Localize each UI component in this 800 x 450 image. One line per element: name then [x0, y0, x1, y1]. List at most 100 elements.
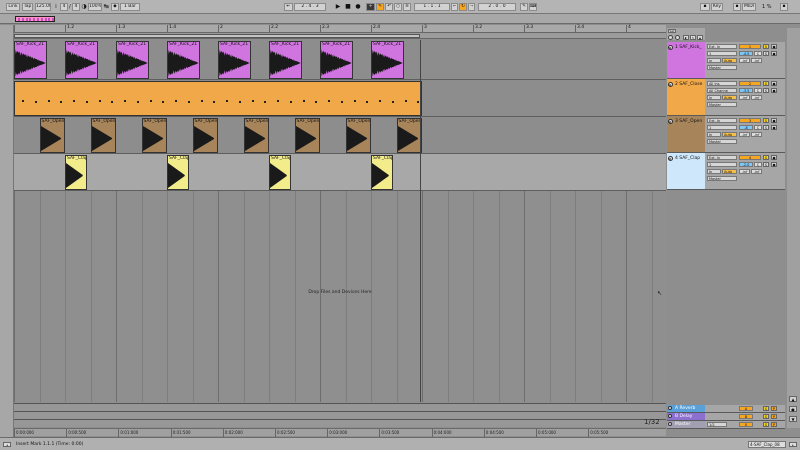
- monitor-in-button[interactable]: In: [707, 132, 721, 137]
- key-map-button[interactable]: Key: [711, 3, 723, 11]
- return-post-button[interactable]: P: [771, 422, 777, 427]
- return-lane-reverb[interactable]: [14, 403, 666, 411]
- monitor-auto-button[interactable]: Auto: [722, 95, 737, 100]
- record-arm-icon[interactable]: [675, 35, 680, 40]
- mute-button[interactable]: S: [763, 162, 769, 167]
- record-icon[interactable]: ●: [354, 3, 362, 11]
- tempo-field[interactable]: 125.00: [35, 3, 51, 11]
- monitor-in-button[interactable]: In: [707, 58, 721, 63]
- arm-all-icon[interactable]: [668, 35, 673, 40]
- monitor-auto-button[interactable]: Auto: [722, 132, 737, 137]
- detail-toggle-icon[interactable]: ▸: [789, 442, 797, 447]
- draw-mode-button[interactable]: ✎: [520, 3, 528, 11]
- track-lane-clap[interactable]: [14, 154, 666, 191]
- clip[interactable]: SAF_Open: [39, 118, 65, 153]
- track-arm-icon[interactable]: ▸: [668, 82, 673, 87]
- return-post-button[interactable]: P: [771, 414, 777, 419]
- monitor-auto-button[interactable]: Auto: [722, 58, 737, 63]
- arrangement-overview[interactable]: [0, 14, 800, 24]
- clip[interactable]: SAF_Kick_21: [218, 41, 252, 79]
- midi-map-button[interactable]: MIDI: [742, 3, 756, 11]
- master-output-dropdown[interactable]: 1/2: [707, 422, 727, 427]
- crossfade-button[interactable]: ●: [771, 51, 777, 56]
- monitor-in-button[interactable]: In: [707, 169, 721, 174]
- clip[interactable]: SAF_Clap: [269, 155, 291, 190]
- output-dropdown[interactable]: Master: [707, 176, 737, 181]
- info-toggle-icon[interactable]: ◂: [3, 442, 11, 447]
- crossfade-button[interactable]: ●: [771, 88, 777, 93]
- track-name[interactable]: 1 SAF_Kick_: [675, 45, 702, 50]
- zoom-field[interactable]: 100%: [88, 3, 102, 11]
- clip[interactable]: SAF_Kick_21: [65, 41, 99, 79]
- track-name[interactable]: 3 SAF_Open: [675, 119, 702, 124]
- clip[interactable]: SAF_Clap: [371, 155, 393, 190]
- monitor-in-button[interactable]: In: [707, 95, 721, 100]
- mixer-toggle-icon[interactable]: ▲: [697, 35, 703, 40]
- vertical-scrollbar[interactable]: ▲ ● ▼: [787, 28, 800, 428]
- input-channel-dropdown[interactable]: 1: [707, 51, 737, 56]
- volume-field[interactable]: -8: [739, 125, 753, 130]
- return-name[interactable]: B Delay: [675, 414, 692, 419]
- return-activator[interactable]: B: [739, 414, 753, 419]
- return-solo-button[interactable]: S: [763, 422, 769, 427]
- session-record-button[interactable]: ○: [394, 3, 402, 11]
- punch-out-button[interactable]: ¬: [468, 3, 475, 11]
- scroll-down-icon[interactable]: ▼: [789, 416, 797, 422]
- mute-button[interactable]: S: [763, 125, 769, 130]
- return-name[interactable]: Master: [675, 422, 690, 427]
- scroll-up-icon[interactable]: ▲: [789, 396, 797, 402]
- track-header[interactable]: ▸ 4 SAF_Clap Ext. In 1 In Auto Master 4 …: [667, 153, 785, 190]
- return-lane-delay[interactable]: [14, 411, 666, 419]
- signature-denominator[interactable]: 4: [72, 3, 80, 11]
- return-activator[interactable]: 0: [739, 422, 753, 427]
- clip[interactable]: SAF_Open: [243, 118, 269, 153]
- quantize-dropdown[interactable]: 1 Bar: [120, 3, 140, 11]
- pan-field[interactable]: C: [754, 51, 762, 56]
- input-type-dropdown[interactable]: Ext. In: [707, 118, 737, 123]
- record-arm-button[interactable]: ●: [771, 155, 777, 160]
- output-dropdown[interactable]: Master: [707, 139, 737, 144]
- song-position-field[interactable]: 2 . 4 . 3: [294, 3, 326, 11]
- crossfade-button[interactable]: ●: [771, 162, 777, 167]
- link-button[interactable]: Link: [6, 3, 20, 11]
- volume-field[interactable]: -2.0: [739, 162, 753, 167]
- clip[interactable]: SAF_Kick_21: [371, 41, 405, 79]
- loop-bar[interactable]: [14, 33, 666, 39]
- crossfade-button[interactable]: ●: [771, 125, 777, 130]
- clip[interactable]: SAF_Kick_21: [320, 41, 354, 79]
- reenable-automation-button[interactable]: ↶: [385, 3, 393, 11]
- track-activator[interactable]: 3: [739, 118, 761, 123]
- track-activator[interactable]: 2: [739, 81, 761, 86]
- input-type-dropdown[interactable]: All Ins: [707, 81, 737, 86]
- pan-field[interactable]: C: [754, 125, 762, 130]
- pan-field[interactable]: C: [754, 162, 762, 167]
- play-icon[interactable]: ▶: [334, 3, 342, 11]
- clip[interactable]: [14, 81, 422, 116]
- io-toggle-icon[interactable]: ◐: [683, 35, 689, 40]
- send-a-knob[interactable]: -inf: [739, 58, 750, 63]
- track-activator[interactable]: 1: [739, 44, 761, 49]
- volume-field[interactable]: -4.5: [739, 51, 753, 56]
- loop-brace[interactable]: [14, 34, 420, 38]
- track-name[interactable]: 2 SAF_Close: [675, 82, 702, 87]
- return-fold-icon[interactable]: [668, 406, 672, 410]
- send-b-knob[interactable]: -inf: [751, 58, 762, 63]
- output-dropdown[interactable]: Master: [707, 102, 737, 107]
- input-type-dropdown[interactable]: Ext. In: [707, 44, 737, 49]
- clip[interactable]: SAF_Clap: [167, 155, 189, 190]
- computer-keyboard-button[interactable]: ⌨: [529, 3, 537, 11]
- mute-button[interactable]: S: [763, 88, 769, 93]
- clip[interactable]: SAF_Kick_21: [116, 41, 150, 79]
- loop-length-field[interactable]: 2 . 0 . 0: [478, 3, 516, 11]
- return-name[interactable]: A Reverb: [675, 406, 695, 411]
- return-fold-icon[interactable]: [668, 422, 672, 426]
- send-a-knob[interactable]: -inf: [739, 132, 750, 137]
- follow-icon[interactable]: ↹: [102, 3, 110, 11]
- overdub-button[interactable]: +: [366, 3, 375, 11]
- solo-button[interactable]: S: [763, 118, 769, 123]
- quantize-toggle[interactable]: ◆: [111, 3, 119, 11]
- tap-button[interactable]: Tap: [22, 3, 33, 11]
- follow-arrangement-button[interactable]: ⇤: [284, 3, 293, 11]
- capture-midi-button[interactable]: ≡: [403, 3, 411, 11]
- sends-toggle-icon[interactable]: ✎: [690, 35, 696, 40]
